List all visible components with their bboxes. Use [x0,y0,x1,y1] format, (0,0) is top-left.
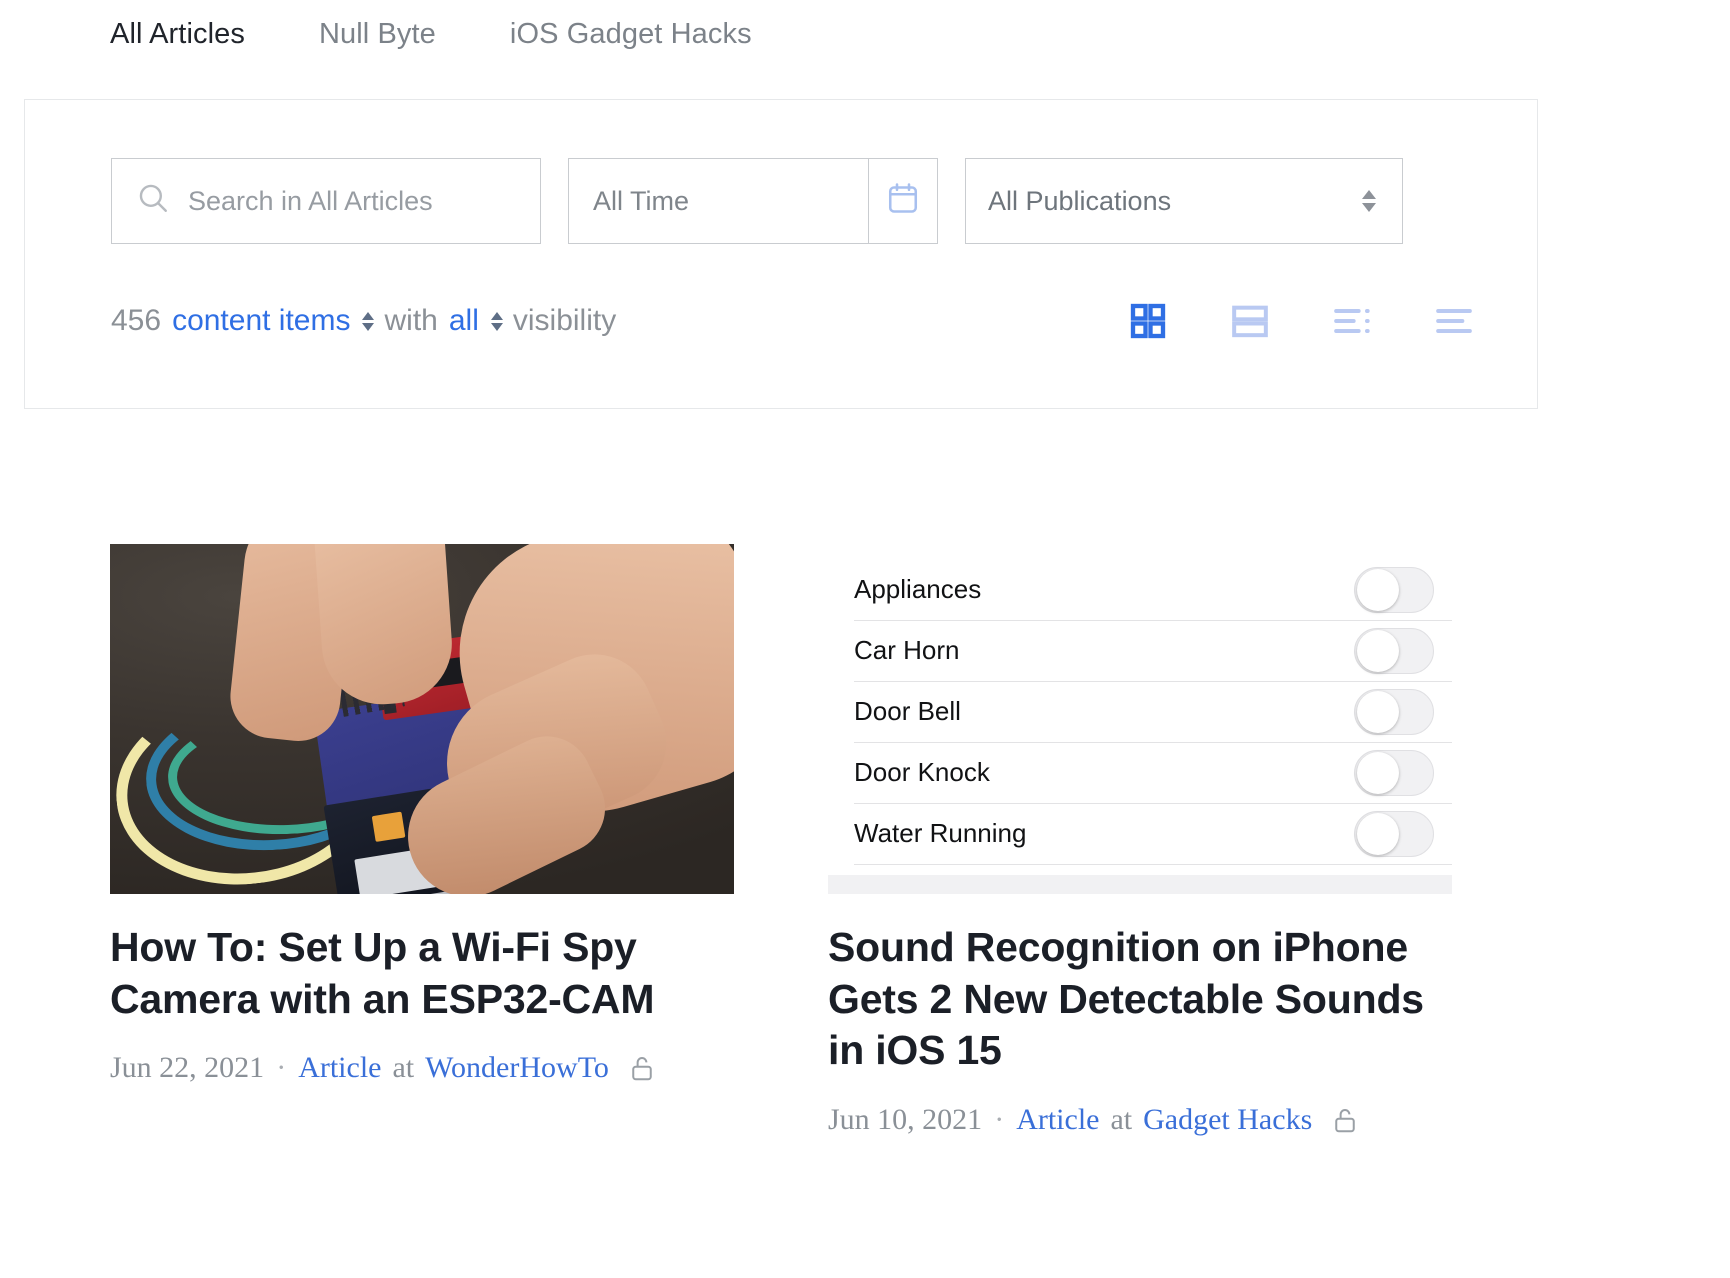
card-view-icon[interactable] [1227,298,1273,344]
publications-select[interactable]: All Publications [965,158,1403,244]
toggle-switch[interactable] [1354,810,1434,857]
list-item-label: Door Knock [854,757,990,788]
filter-row: Search in All Articles All Time All Publ… [111,158,1403,244]
article-kind-link[interactable]: Article [298,1051,381,1085]
page-root: All Articles Null Byte iOS Gadget Hacks … [0,0,1730,1278]
meta-at-label: at [392,1051,415,1085]
visibility-selector[interactable]: all [449,304,479,338]
grid-view-icon[interactable] [1125,298,1171,344]
content-type-selector[interactable]: content items [172,304,350,338]
visibility-label: visibility [512,304,617,337]
list-item-label: Car Horn [854,635,960,666]
list-item[interactable]: Car Horn [854,621,1452,682]
list-item-label: Water Running [854,818,1027,849]
list-item[interactable]: Water Running [854,804,1452,865]
article-date: Jun 22, 2021 [110,1051,265,1085]
article-title[interactable]: Sound Recognition on iPhone Gets 2 New D… [828,922,1452,1077]
search-input[interactable]: Search in All Articles [111,158,541,244]
toggle-switch[interactable] [1354,566,1434,613]
article-title[interactable]: How To: Set Up a Wi-Fi Spy Camera with a… [110,922,734,1025]
ios-sound-recognition-list: Appliances Car Horn Door Bell Door Knock [828,544,1452,894]
meta-separator: · [994,1102,1005,1136]
publications-select-value: All Publications [988,185,1172,216]
article-meta: Jun 22, 2021 · Article at WonderHowTo [110,1051,734,1085]
tab-ios-gadget-hacks[interactable]: iOS Gadget Hacks [510,14,752,54]
content-summary: 456 content items with all visibility [111,304,616,338]
unlocked-icon[interactable] [1330,1105,1360,1135]
article-publication-link[interactable]: WonderHowTo [425,1051,609,1085]
tab-label: All Articles [110,18,245,50]
visibility-spinner-icon[interactable] [490,311,503,331]
meta-separator: · [276,1051,287,1085]
toggle-switch[interactable] [1354,749,1434,796]
content-count: 456 [111,304,162,337]
article-thumbnail[interactable]: Appliances Car Horn Door Bell Door Knock [828,544,1452,894]
calendar-icon [885,180,921,223]
article-meta: Jun 10, 2021 · Article at Gadget Hacks [828,1103,1452,1137]
article-publication-link[interactable]: Gadget Hacks [1143,1103,1312,1137]
tab-label: iOS Gadget Hacks [509,18,752,50]
article-kind-link[interactable]: Article [1016,1103,1099,1137]
list-item[interactable]: Door Bell [854,682,1452,743]
article-card[interactable]: Appliances Car Horn Door Bell Door Knock [828,544,1452,1137]
tab-null-byte[interactable]: Null Byte [319,14,436,54]
chevron-updown-icon[interactable] [1362,190,1376,212]
list-item[interactable]: Appliances [854,560,1452,621]
view-toggle-group [1125,298,1477,344]
summary-row: 456 content items with all visibility [111,298,1477,344]
list-item-label: Appliances [854,574,982,605]
tab-bar: All Articles Null Byte iOS Gadget Hacks [0,0,1730,110]
list-footer-band [828,874,1452,894]
toggle-switch[interactable] [1354,688,1434,735]
article-thumbnail[interactable] [110,544,734,894]
date-filter-value: All Time [593,185,690,216]
article-card[interactable]: How To: Set Up a Wi-Fi Spy Camera with a… [110,544,734,1137]
search-icon [136,181,170,222]
list-item[interactable]: Door Knock [854,743,1452,804]
toggle-switch[interactable] [1354,627,1434,674]
content-type-spinner-icon[interactable] [362,311,375,331]
tab-all-articles[interactable]: All Articles [110,14,245,106]
date-filter[interactable]: All Time [568,158,938,244]
with-label: with [384,304,438,337]
unlocked-icon[interactable] [627,1053,657,1083]
calendar-button[interactable] [868,158,938,244]
tab-label: Null Byte [318,18,436,50]
esp32cam-photo [110,544,734,894]
compact-list-view-icon[interactable] [1431,298,1477,344]
article-date: Jun 10, 2021 [828,1102,983,1136]
list-item-label: Door Bell [854,696,961,727]
meta-at-label: at [1110,1102,1133,1136]
search-placeholder: Search in All Articles [188,185,433,216]
article-grid: How To: Set Up a Wi-Fi Spy Camera with a… [110,544,1540,1137]
list-detail-view-icon[interactable] [1329,298,1375,344]
filter-panel: Search in All Articles All Time All Publ… [24,99,1538,409]
